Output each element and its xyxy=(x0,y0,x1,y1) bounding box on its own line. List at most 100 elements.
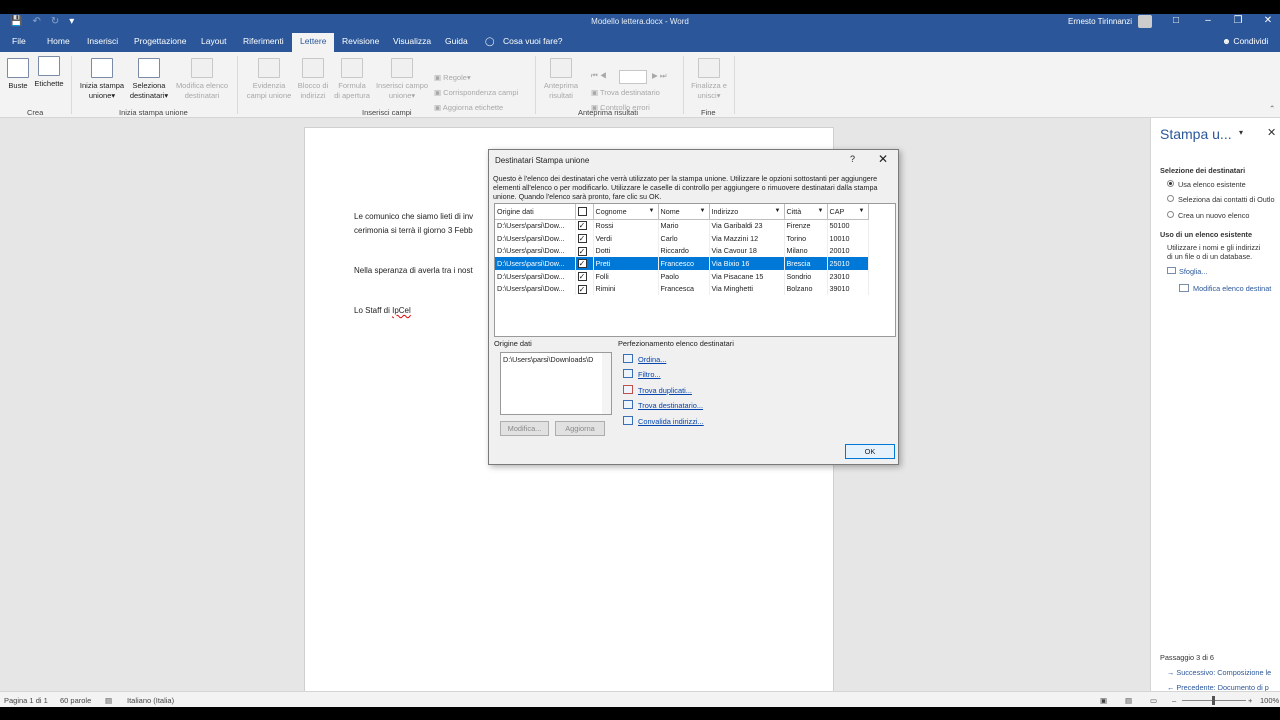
select-all-checkbox[interactable] xyxy=(577,207,587,217)
ok-button[interactable]: OK xyxy=(845,444,895,459)
tab-lettere[interactable]: Lettere xyxy=(292,33,335,52)
seleziona-destinatari-button[interactable]: Seleziona destinatari▾ xyxy=(129,58,169,101)
tab-inserisci[interactable]: Inserisci xyxy=(87,36,118,46)
pane-options-icon[interactable]: ▾ xyxy=(1239,128,1243,137)
zoom-in-icon[interactable]: + xyxy=(1248,696,1252,705)
zoom-slider[interactable] xyxy=(1182,696,1246,705)
zoom-level[interactable]: 100% xyxy=(1260,696,1279,705)
etichette-button[interactable]: Etichette xyxy=(33,56,65,89)
proofing-icon[interactable]: ▤ xyxy=(105,696,112,705)
tab-home[interactable]: Home xyxy=(47,36,70,46)
next-record-icon[interactable]: ▶ xyxy=(652,71,658,80)
user-name[interactable]: Ernesto Tirinnanzi xyxy=(1068,17,1132,26)
radio-usa-elenco[interactable] xyxy=(1167,180,1174,187)
ordina-link[interactable]: Ordina... xyxy=(638,355,666,364)
tell-me-box[interactable]: Cosa vuoi fare? xyxy=(503,36,563,46)
radio-usa-elenco-label[interactable]: Usa elenco esistente xyxy=(1178,180,1246,189)
sfoglia-link[interactable]: Sfoglia... xyxy=(1167,267,1207,276)
page-count[interactable]: Pagina 1 di 1 xyxy=(4,696,48,705)
tab-progettazione[interactable]: Progettazione xyxy=(134,36,186,46)
list-scrollbar[interactable] xyxy=(602,353,611,414)
collapse-ribbon-icon[interactable]: ⌃ xyxy=(1269,104,1275,113)
col-origine[interactable]: Origine dati xyxy=(495,204,576,220)
radio-nuovo-elenco[interactable] xyxy=(1167,211,1174,218)
language[interactable]: Italiano (Italia) xyxy=(127,696,174,705)
table-row[interactable]: D:\Users\parsi\Dow... ✓ Folli Paolo Via … xyxy=(495,269,869,283)
aggiorna-etichette-button[interactable]: ▣ Aggiorna etichette xyxy=(434,103,503,112)
help-icon[interactable]: ? xyxy=(850,154,855,164)
table-row-selected[interactable]: D:\Users\parsi\Dow... ✓ Preti Francesco … xyxy=(495,257,869,270)
last-record-icon[interactable]: ⏭ xyxy=(660,71,667,80)
inizia-stampa-unione-button[interactable]: Inizia stampa unione▾ xyxy=(78,58,126,101)
maximize-icon[interactable]: ❐ xyxy=(1228,15,1248,26)
col-nome[interactable]: Nome ▼ xyxy=(658,204,710,220)
radio-outlook[interactable] xyxy=(1167,195,1174,202)
minimize-icon[interactable]: – xyxy=(1198,15,1218,26)
modifica-button[interactable]: Modifica... xyxy=(500,421,549,436)
dropdown-arrow-icon[interactable]: ▼ xyxy=(775,208,781,214)
trova-destinatario-link[interactable]: Trova destinatario... xyxy=(638,401,703,410)
col-cap[interactable]: CAP ▼ xyxy=(827,204,869,220)
tab-file[interactable]: File xyxy=(12,36,26,46)
col-indirizzo[interactable]: Indirizzo ▼ xyxy=(709,204,785,220)
next-step-link[interactable]: → Successivo: Composizione le xyxy=(1167,668,1271,677)
origine-dati-item[interactable]: D:\Users\parsi\Downloads\D xyxy=(503,355,593,364)
trova-duplicati-link[interactable]: Trova duplicati... xyxy=(638,386,692,395)
row-checkbox[interactable]: ✓ xyxy=(577,284,587,294)
row-checkbox[interactable]: ✓ xyxy=(577,271,587,281)
share-button[interactable]: ☻ Condividi xyxy=(1222,36,1268,46)
col-citta[interactable]: Città ▼ xyxy=(784,204,828,220)
evidenzia-campi-button[interactable]: Evidenzia campi unione xyxy=(243,58,295,101)
radio-nuovo-elenco-label[interactable]: Crea un nuovo elenco xyxy=(1178,211,1249,220)
tab-layout[interactable]: Layout xyxy=(201,36,227,46)
ribbon-display-icon[interactable]: □ xyxy=(1166,15,1186,26)
formula-apertura-button[interactable]: Formula di apertura xyxy=(332,58,372,101)
tab-guida[interactable]: Guida xyxy=(445,36,468,46)
origine-dati-list[interactable]: D:\Users\parsi\Downloads\D xyxy=(500,352,612,415)
dropdown-arrow-icon[interactable]: ▼ xyxy=(649,208,655,214)
aggiorna-button[interactable]: Aggiorna xyxy=(555,421,605,436)
zoom-out-icon[interactable]: – xyxy=(1172,696,1176,705)
record-number-input[interactable] xyxy=(619,70,647,84)
dropdown-arrow-icon[interactable]: ▼ xyxy=(859,208,865,214)
focus-mode-icon[interactable]: ▣ xyxy=(1100,696,1107,705)
corrispondenza-campi-button[interactable]: ▣ Corrispondenza campi xyxy=(434,88,518,97)
first-record-icon[interactable]: ⏮ xyxy=(591,71,598,80)
row-checkbox[interactable]: ✓ xyxy=(577,221,587,231)
dropdown-arrow-icon[interactable]: ▼ xyxy=(818,208,824,214)
table-row[interactable]: D:\Users\parsi\Dow... ✓ Dotti Riccardo V… xyxy=(495,244,869,258)
radio-outlook-label[interactable]: Seleziona dai contatti di Outlo xyxy=(1178,195,1275,204)
regole-button[interactable]: ▣ Regole▾ xyxy=(434,73,471,82)
print-layout-icon[interactable]: ▤ xyxy=(1125,696,1132,705)
inserisci-campo-unione-button[interactable]: Inserisci campo unione▾ xyxy=(373,58,431,101)
dropdown-arrow-icon[interactable]: ▼ xyxy=(700,208,706,214)
col-cognome[interactable]: Cognome ▼ xyxy=(593,204,659,220)
table-row[interactable]: D:\Users\parsi\Dow... ✓ Rossi Mario Via … xyxy=(495,219,869,232)
close-icon[interactable]: ✕ xyxy=(1258,15,1278,26)
tab-riferimenti[interactable]: Riferimenti xyxy=(243,36,284,46)
dialog-close-icon[interactable]: ✕ xyxy=(878,152,888,166)
web-layout-icon[interactable]: ▭ xyxy=(1150,696,1157,705)
word-count[interactable]: 60 parole xyxy=(60,696,91,705)
tab-visualizza[interactable]: Visualizza xyxy=(393,36,431,46)
blocco-indirizzi-button[interactable]: Blocco di indirizzi xyxy=(296,58,330,101)
pane-close-icon[interactable]: ✕ xyxy=(1267,126,1276,139)
tab-revisione[interactable]: Revisione xyxy=(342,36,379,46)
col-select-all[interactable] xyxy=(575,204,594,220)
modifica-elenco-destinatari-button[interactable]: Modifica elenco destinatari xyxy=(172,58,232,101)
convalida-indirizzi-link[interactable]: Convalida indirizzi... xyxy=(638,417,704,426)
buste-button[interactable]: Buste xyxy=(6,58,30,91)
modifica-elenco-link[interactable]: Modifica elenco destinat xyxy=(1179,284,1271,293)
row-checkbox[interactable]: ✓ xyxy=(577,259,587,269)
row-checkbox[interactable]: ✓ xyxy=(577,233,587,243)
trova-destinatario-button[interactable]: ▣ Trova destinatario xyxy=(591,88,660,97)
filtro-link[interactable]: Filtro... xyxy=(638,370,661,379)
table-row[interactable]: D:\Users\parsi\Dow... ✓ Verdi Carlo Via … xyxy=(495,231,869,245)
zoom-thumb[interactable] xyxy=(1212,696,1215,705)
table-row[interactable]: D:\Users\parsi\Dow... ✓ Rimini Francesca… xyxy=(495,282,869,296)
row-checkbox[interactable]: ✓ xyxy=(577,246,587,256)
avatar[interactable] xyxy=(1138,15,1152,28)
previous-record-icon[interactable]: ◀ xyxy=(600,71,607,80)
anteprima-risultati-button[interactable]: Anteprima risultati xyxy=(540,58,582,101)
finalizza-unisci-button[interactable]: Finalizza e unisci▾ xyxy=(688,58,730,101)
